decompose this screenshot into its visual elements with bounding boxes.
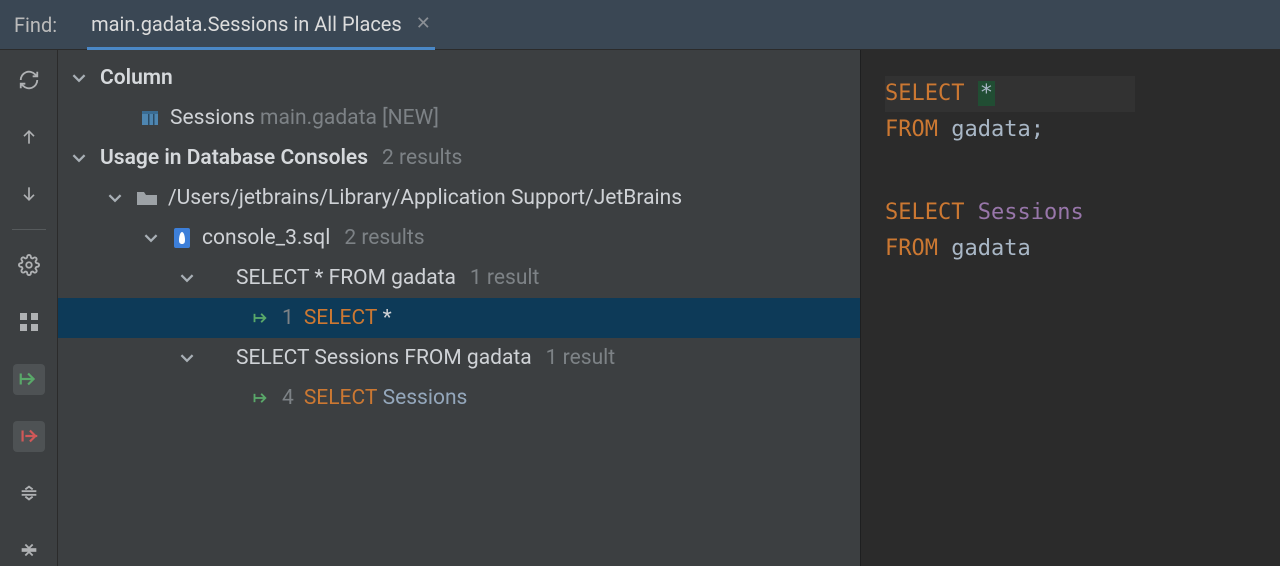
query-text: SELECT Sessions FROM gadata: [236, 346, 532, 370]
read-access-icon: [252, 310, 272, 326]
column-badge: [NEW]: [382, 106, 439, 130]
preview-pane: SELECT * FROM gadata; SELECT Sessions FR…: [860, 50, 1280, 566]
tree-node-file[interactable]: console_3.sql 2 results: [58, 218, 860, 258]
column-name: Sessions: [170, 106, 255, 130]
file-name: console_3.sql: [202, 226, 330, 250]
chevron-down-icon: [180, 271, 198, 285]
result-count: 1 result: [470, 266, 539, 290]
preview-token: SELECT: [885, 81, 964, 106]
refresh-button[interactable]: [13, 64, 45, 95]
column-schema: main.gadata: [260, 106, 377, 130]
chevron-down-icon: [108, 191, 126, 205]
find-label: Find:: [14, 13, 57, 37]
tree-node-sessions[interactable]: Sessions main.gadata [NEW]: [58, 98, 860, 138]
preview-token: FROM: [885, 236, 938, 261]
hit-rest: Sessions: [383, 386, 468, 410]
separator: [12, 229, 46, 230]
chevron-down-icon: [72, 71, 90, 85]
preview-token: Sessions: [978, 200, 1084, 225]
preview-token: SELECT: [885, 200, 964, 225]
tree-hit-2[interactable]: 4 SELECT Sessions: [58, 378, 860, 418]
sql-file-icon: [172, 227, 192, 249]
tree-node-label: Usage in Database Consoles: [100, 146, 368, 170]
column-icon: [140, 108, 160, 128]
query-text: SELECT * FROM gadata: [236, 266, 456, 290]
preview-line: SELECT *: [885, 76, 1135, 112]
result-count: 2 results: [382, 146, 462, 170]
preview-blank: [885, 149, 1256, 195]
folder-path: /Users/jetbrains/Library/Application Sup…: [168, 186, 682, 210]
tree-hit-1[interactable]: 1 SELECT *: [58, 298, 860, 338]
result-count: 1 result: [546, 346, 615, 370]
line-number: 1: [282, 306, 294, 330]
line-number: 4: [282, 386, 294, 410]
show-read-access-button[interactable]: [13, 364, 45, 395]
settings-button[interactable]: [13, 250, 45, 281]
tree-node-query-1[interactable]: SELECT * FROM gadata 1 result: [58, 258, 860, 298]
preview-line: FROM gadata: [885, 231, 1256, 267]
find-tab-text: main.gadata.Sessions in All Places: [91, 12, 402, 36]
preview-token: FROM: [885, 117, 938, 142]
collapse-all-button[interactable]: [13, 535, 45, 566]
preview-line: FROM gadata;: [885, 112, 1256, 148]
tree-node-consoles[interactable]: Usage in Database Consoles 2 results: [58, 138, 860, 178]
hit-keyword: SELECT: [304, 386, 378, 410]
toolbar: [0, 50, 58, 566]
tree-node-column[interactable]: Column: [58, 58, 860, 98]
tree-node-folder[interactable]: /Users/jetbrains/Library/Application Sup…: [58, 178, 860, 218]
read-access-icon: [252, 390, 272, 406]
group-by-button[interactable]: [13, 307, 45, 338]
close-icon[interactable]: ✕: [416, 13, 431, 34]
preview-token: gadata;: [951, 117, 1044, 142]
show-write-access-button[interactable]: [13, 421, 45, 452]
preview-highlight: *: [978, 81, 995, 106]
folder-icon: [136, 189, 158, 207]
chevron-down-icon: [180, 351, 198, 365]
hit-keyword: SELECT: [304, 306, 378, 330]
find-tab[interactable]: main.gadata.Sessions in All Places ✕: [87, 1, 435, 50]
tree-node-label: Column: [100, 66, 173, 90]
tree-node-query-2[interactable]: SELECT Sessions FROM gadata 1 result: [58, 338, 860, 378]
chevron-down-icon: [72, 151, 90, 165]
preview-line: SELECT Sessions: [885, 195, 1256, 231]
hit-rest: *: [383, 306, 392, 330]
chevron-down-icon: [144, 231, 162, 245]
prev-occurrence-button[interactable]: [13, 121, 45, 152]
preview-token: gadata: [951, 236, 1030, 261]
expand-all-button[interactable]: [13, 478, 45, 509]
find-bar: Find: main.gadata.Sessions in All Places…: [0, 0, 1280, 50]
result-count: 2 results: [344, 226, 424, 250]
usages-tree[interactable]: Column Sessions main.gadata [NEW]: [58, 50, 860, 566]
next-occurrence-button[interactable]: [13, 178, 45, 209]
